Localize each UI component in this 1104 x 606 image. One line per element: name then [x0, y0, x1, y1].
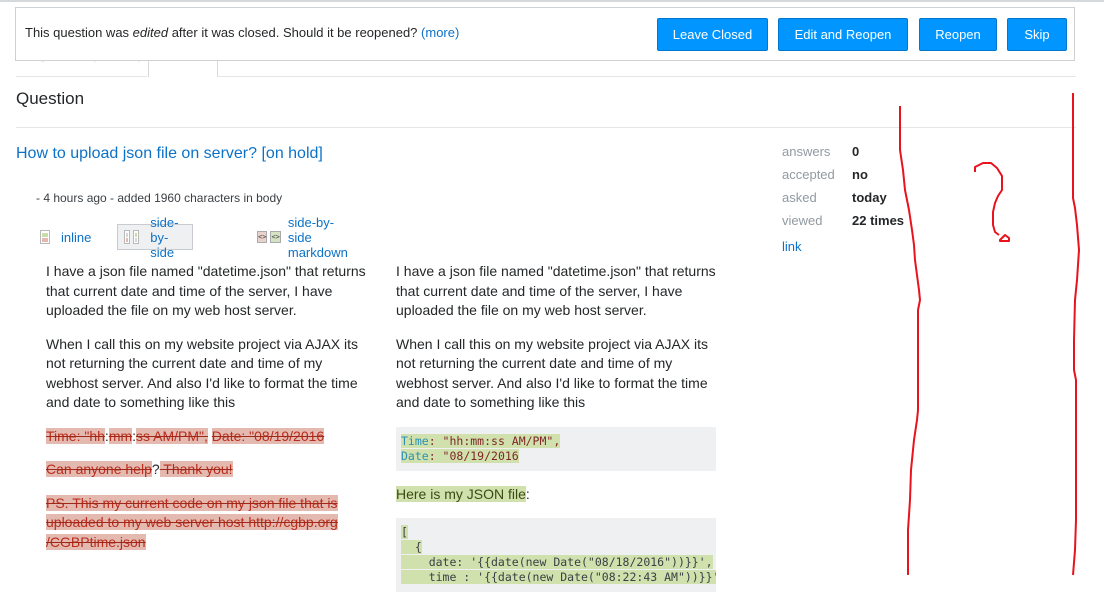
stat-value: 0 — [852, 144, 860, 159]
deleted-paragraph: PS. This my current code on my json file… — [46, 494, 376, 553]
stat-value: today — [852, 190, 887, 205]
code-value: : "hh:mm:ss AM/PM", — [428, 433, 561, 448]
view-mode-label: inline — [61, 229, 92, 245]
deleted-text: PS. This my current code on my json file… — [46, 494, 338, 550]
section-title: Question — [16, 89, 85, 108]
reopen-review-notice: This question was edited after it was cl… — [15, 7, 1075, 61]
deleted-paragraph: Time: "hh:mm:ss AM/PM", Date: "08/19/201… — [46, 427, 376, 447]
top-border — [0, 0, 1104, 2]
section-divider — [16, 127, 1076, 128]
annotation-right-line — [1072, 93, 1080, 576]
stat-value: no — [852, 167, 868, 182]
kept-text: : — [525, 485, 530, 502]
stat-answers: answers 0 — [782, 140, 904, 163]
question-title-link[interactable]: How to upload json file on server? [on h… — [16, 145, 323, 163]
question-stats: answers 0 accepted no asked today viewed 22 … — [782, 140, 904, 232]
body-paragraph: When I call this on my website project v… — [46, 335, 359, 411]
view-mode-side-by-side[interactable]: side-by-side — [117, 215, 194, 260]
inserted-paragraph: Here is my JSON file: — [396, 485, 726, 505]
deleted-text: ss AM/PM", — [136, 427, 208, 444]
inserted-text: Here is my JSON file — [396, 485, 526, 502]
markdown-diff-icon: <> — [257, 231, 268, 243]
body-paragraph: I have a json file named "datetime.json"… — [46, 263, 366, 318]
notice-text-part: after it was closed. Should it be reopen… — [168, 25, 422, 40]
question-link[interactable]: link — [782, 239, 802, 254]
inserted-code-line: [ — [401, 525, 408, 539]
deleted-text: mm — [108, 427, 133, 444]
stat-asked: asked today — [782, 186, 904, 209]
inserted-code-line: { — [401, 540, 422, 554]
reopen-button[interactable]: Reopen — [919, 18, 997, 51]
code-key: Date — [401, 448, 429, 463]
stat-label: answers — [782, 144, 831, 159]
code-key: Time — [401, 433, 429, 448]
stat-label: accepted — [782, 167, 835, 182]
view-mode-label: side-by-side markdown — [287, 214, 348, 260]
revision-meta: - 4 hours ago - added 1960 characters in… — [36, 191, 283, 205]
notice-text-emphasis: edited — [132, 25, 169, 40]
tabs-divider — [217, 76, 1076, 77]
side-by-side-diff-icon — [133, 230, 140, 244]
stat-viewed: viewed 22 times — [782, 209, 904, 232]
stat-label: viewed — [782, 213, 823, 228]
json-code-block: [ { date: '{{date(new Date("08/18/2016")… — [396, 518, 716, 592]
inserted-code-block: Time: "hh:mm:ss AM/PM", Date: "08/19/201… — [396, 426, 716, 471]
stat-label: asked — [782, 190, 817, 205]
side-by-side-diff-icon — [124, 230, 131, 244]
stat-value: 22 times — [852, 213, 905, 228]
leave-closed-button[interactable]: Leave Closed — [657, 18, 768, 51]
inserted-code-line: Date: "08/19/2016 — [401, 448, 519, 463]
inserted-code-line: Time: "hh:mm:ss AM/PM", — [401, 433, 561, 448]
more-link[interactable]: (more) — [421, 25, 459, 40]
deleted-text: Can anyone help — [46, 461, 152, 477]
inserted-code-line: date: '{{date(new Date("08/18/2016"))}}'… — [401, 555, 713, 569]
body-paragraph: I have a json file named "datetime.json"… — [396, 263, 716, 318]
deleted-text: Time: "hh — [46, 427, 105, 444]
view-mode-side-by-side-markdown[interactable]: <> <> side-by-side markdown — [257, 215, 351, 260]
diff-right-column: I have a json file named "datetime.json"… — [396, 262, 726, 606]
notice-text: This question was edited after it was cl… — [25, 25, 459, 40]
view-mode-inline[interactable]: inline — [40, 224, 91, 250]
notice-text-part: This question was — [25, 25, 133, 40]
body-paragraph: When I call this on my website project v… — [396, 335, 709, 411]
view-mode-label: side-by-side — [150, 214, 179, 260]
inline-diff-icon — [40, 230, 50, 244]
diff-left-column: I have a json file named "datetime.json"… — [46, 262, 376, 566]
code-value: : "08/19/2016 — [428, 448, 519, 463]
question-mark-icon — [974, 162, 1003, 236]
kept-text: ? — [151, 461, 160, 477]
edit-and-reopen-button[interactable]: Edit and Reopen — [778, 18, 908, 51]
stat-accepted: accepted no — [782, 163, 904, 186]
question-mark-dot-icon — [999, 234, 1010, 242]
deleted-text: Thank you! — [159, 461, 233, 477]
markdown-diff-icon: <> — [270, 231, 281, 243]
inserted-code-line: time : '{{date(new Date("08:22:43 AM"))}… — [401, 570, 716, 584]
deleted-paragraph: Can anyone help? Thank you! — [46, 460, 376, 480]
tabs-divider — [16, 76, 147, 77]
skip-button[interactable]: Skip — [1007, 18, 1067, 51]
deleted-text: Date: "08/19/2016 — [211, 427, 325, 444]
